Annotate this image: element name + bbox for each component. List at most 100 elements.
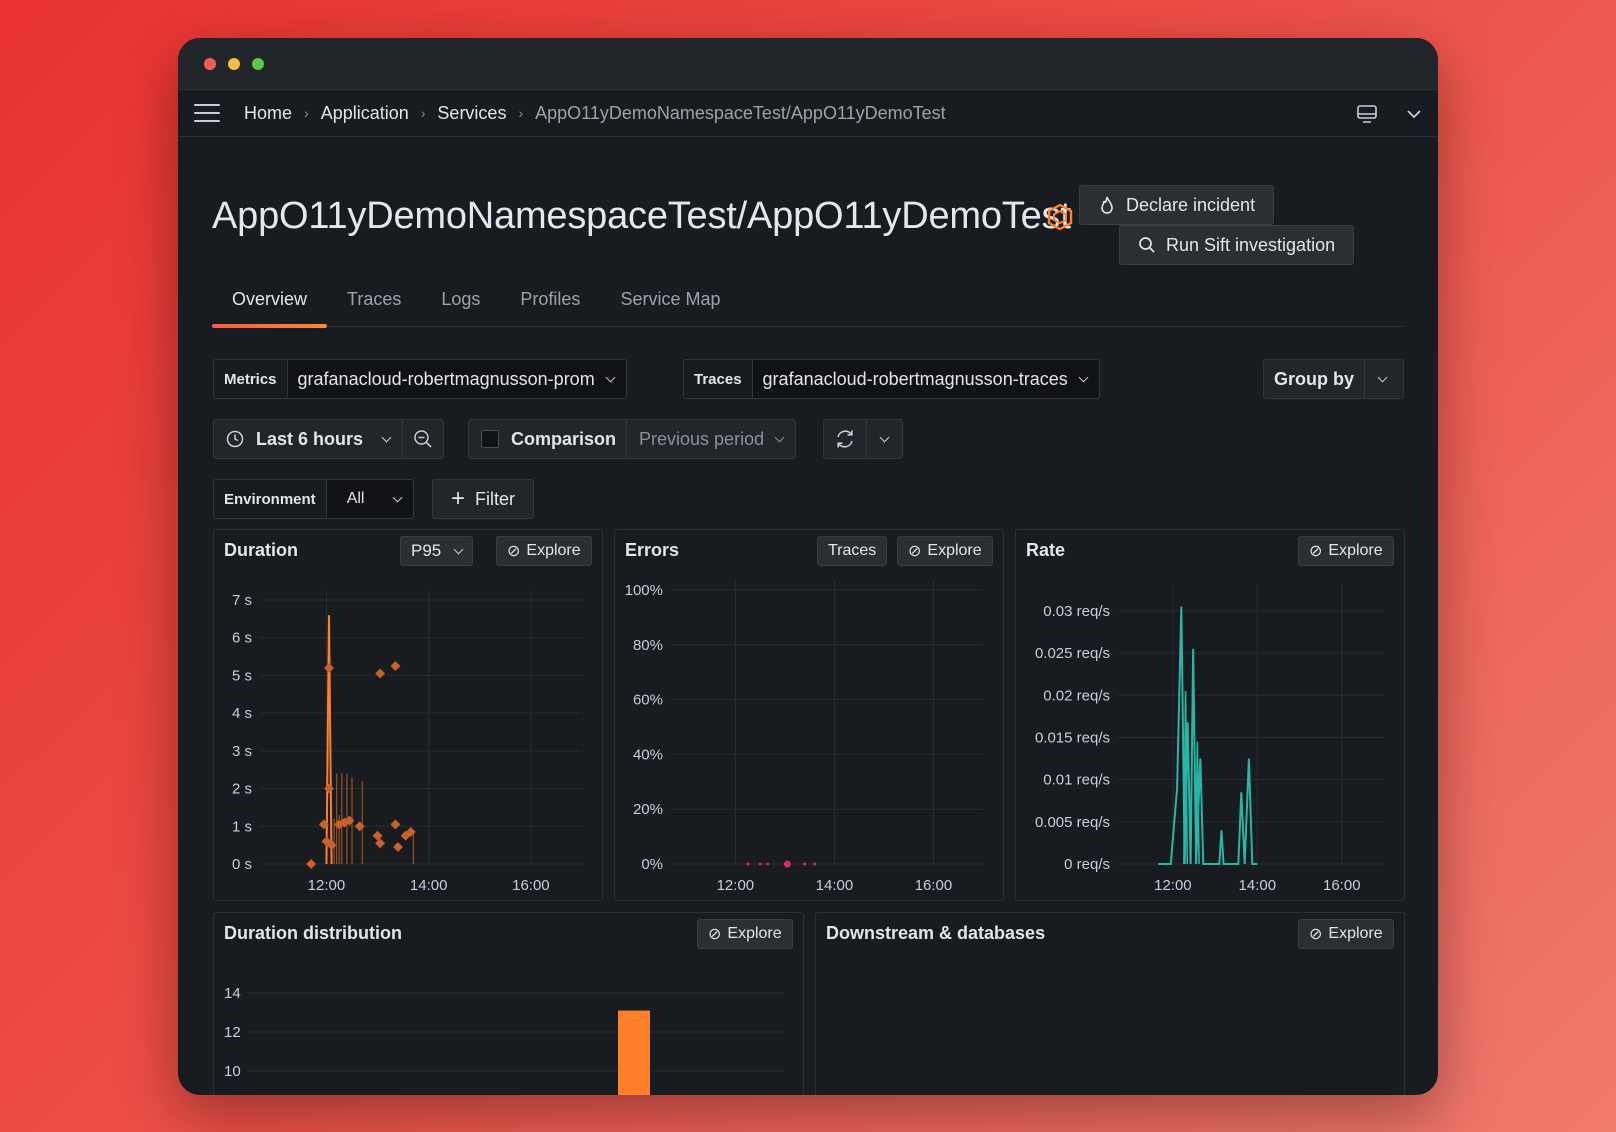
y-tick-label: 0.005 req/s	[1035, 814, 1110, 831]
duration-point	[390, 661, 401, 671]
duration-point	[306, 859, 317, 869]
comparison-label: Comparison	[511, 428, 617, 449]
kiosk-mode-icon[interactable]	[1356, 104, 1378, 124]
chevron-down-icon	[879, 432, 890, 442]
comparison-checkbox[interactable]	[481, 430, 499, 448]
run-sift-label: Run Sift investigation	[1166, 234, 1336, 255]
duration-panel: Duration P95 ⊘ Explore 0 s1 s2 s3 s4 s5 …	[213, 529, 603, 901]
metrics-datasource-picker[interactable]: Metrics grafanacloud-robertmagnusson-pro…	[213, 359, 627, 399]
refresh-button[interactable]	[824, 420, 867, 458]
x-tick-label: 14:00	[816, 877, 854, 894]
group-by-dropdown[interactable]: Group by	[1263, 359, 1404, 399]
error-point	[813, 862, 817, 866]
y-tick-label: 14	[224, 985, 241, 1002]
minimize-window-dot[interactable]	[228, 57, 240, 70]
error-point	[766, 862, 770, 866]
y-tick-label: 0%	[641, 856, 663, 873]
clock-icon	[226, 430, 244, 448]
maximize-window-dot[interactable]	[252, 57, 264, 70]
compass-icon: ⊘	[1309, 926, 1323, 943]
errors-panel: Errors Traces ⊘ Explore 0% 20% 40% 60% 80% 10…	[614, 529, 1004, 901]
time-range-value: Last 6 hours	[256, 428, 364, 449]
error-point	[758, 862, 762, 866]
declare-incident-button[interactable]: Declare incident	[1079, 185, 1275, 225]
zoom-out-button[interactable]	[403, 420, 443, 458]
duration-point	[375, 838, 386, 849]
add-filter-label: Filter	[475, 488, 516, 509]
x-tick-label: 16:00	[915, 877, 953, 894]
chevron-down-icon	[1078, 372, 1089, 382]
menu-icon[interactable]	[194, 104, 220, 122]
close-window-dot[interactable]	[204, 57, 216, 70]
environment-value: All	[346, 490, 365, 507]
time-range-picker[interactable]: Last 6 hours	[213, 419, 445, 459]
x-tick-label: 16:00	[512, 877, 550, 894]
breadcrumb-current: AppO11yDemoNamespaceTest/AppO11yDemoTest	[535, 102, 946, 123]
page-title: AppO11yDemoNamespaceTest/AppO11yDemoTest	[212, 195, 1071, 237]
duration-point	[390, 819, 401, 830]
plus-icon: +	[451, 485, 466, 512]
y-tick-label: 12	[224, 1024, 241, 1041]
rate-panel: Rate ⊘ Explore 0 req/s 0.005 req/s 0.01 re…	[1015, 529, 1405, 901]
search-icon	[1139, 237, 1155, 253]
chevron-right-icon: ›	[518, 105, 524, 121]
x-tick-label: 14:00	[1239, 877, 1277, 894]
comparison-period-dropdown[interactable]: Previous period	[627, 420, 795, 458]
run-sift-button[interactable]: Run Sift investigation	[1119, 225, 1355, 265]
duration-point	[354, 821, 365, 832]
y-tick-label: 80%	[633, 637, 663, 654]
chevron-down-icon	[381, 432, 392, 442]
y-tick-label: 1 s	[232, 818, 252, 835]
downstream-panel: Downstream & databases ⊘ Explore	[815, 912, 1405, 1095]
duration-point	[393, 842, 403, 852]
y-tick-label: 0.03 req/s	[1043, 603, 1110, 620]
y-tick-label: 0.01 req/s	[1043, 772, 1110, 789]
metrics-label: Metrics	[214, 360, 288, 398]
metrics-datasource-value: grafanacloud-robertmagnusson-prom	[297, 368, 595, 389]
explore-label: Explore	[1328, 925, 1383, 942]
tab-overview[interactable]: Overview	[212, 285, 328, 328]
refresh-icon	[837, 430, 853, 448]
comparison-toggle[interactable]: Comparison Previous period	[468, 419, 797, 459]
service-icon	[1047, 203, 1073, 231]
tab-traces[interactable]: Traces	[327, 285, 421, 326]
chevron-down-icon	[774, 432, 785, 442]
top-nav: Home › Application › Services › AppO11yD…	[178, 90, 1438, 137]
breadcrumb-home[interactable]: Home	[244, 103, 292, 124]
y-tick-label: 0.025 req/s	[1035, 645, 1110, 662]
traces-label: Traces	[684, 360, 753, 398]
rate-chart: 0 req/s 0.005 req/s 0.01 req/s 0.015 req/s 0…	[1035, 584, 1384, 894]
error-point	[783, 860, 791, 868]
chevron-down-icon	[1377, 372, 1388, 382]
zoom-out-icon	[414, 430, 432, 448]
refresh-picker[interactable]	[823, 419, 903, 459]
y-tick-label: 3 s	[232, 743, 252, 760]
environment-label: Environment	[214, 480, 327, 518]
chevron-right-icon: ›	[420, 105, 426, 121]
tab-logs[interactable]: Logs	[421, 285, 500, 326]
y-tick-label: 40%	[633, 746, 663, 763]
chevron-down-icon	[393, 492, 403, 502]
breadcrumb-services[interactable]: Services	[437, 103, 506, 124]
y-tick-label: 0 s	[232, 856, 252, 873]
breadcrumb-application[interactable]: Application	[321, 103, 409, 124]
distribution-bar	[618, 1010, 650, 1095]
declare-incident-label: Declare incident	[1126, 194, 1256, 215]
y-tick-label: 2 s	[232, 781, 252, 798]
chevron-down-icon[interactable]	[1406, 108, 1422, 120]
y-tick-label: 6 s	[232, 630, 252, 647]
downstream-panel-title: Downstream & databases	[826, 923, 1046, 943]
distribution-chart: 14 12 10	[224, 985, 784, 1095]
chevron-down-icon	[605, 372, 616, 382]
traces-datasource-picker[interactable]: Traces grafanacloud-robertmagnusson-trac…	[683, 359, 1100, 399]
environment-filter[interactable]: Environment All	[213, 479, 415, 519]
x-tick-label: 14:00	[410, 877, 448, 894]
downstream-explore-button[interactable]: ⊘ Explore	[1298, 919, 1394, 949]
tab-service-map[interactable]: Service Map	[600, 285, 740, 326]
duration-distribution-panel: Duration distribution ⊘ Explore 14 12 10	[213, 912, 804, 1095]
add-filter-button[interactable]: + Filter	[432, 479, 535, 519]
y-tick-label: 7 s	[232, 592, 252, 609]
y-tick-label: 0.02 req/s	[1043, 687, 1110, 704]
tab-profiles[interactable]: Profiles	[500, 285, 600, 326]
x-tick-label: 16:00	[1323, 877, 1361, 894]
